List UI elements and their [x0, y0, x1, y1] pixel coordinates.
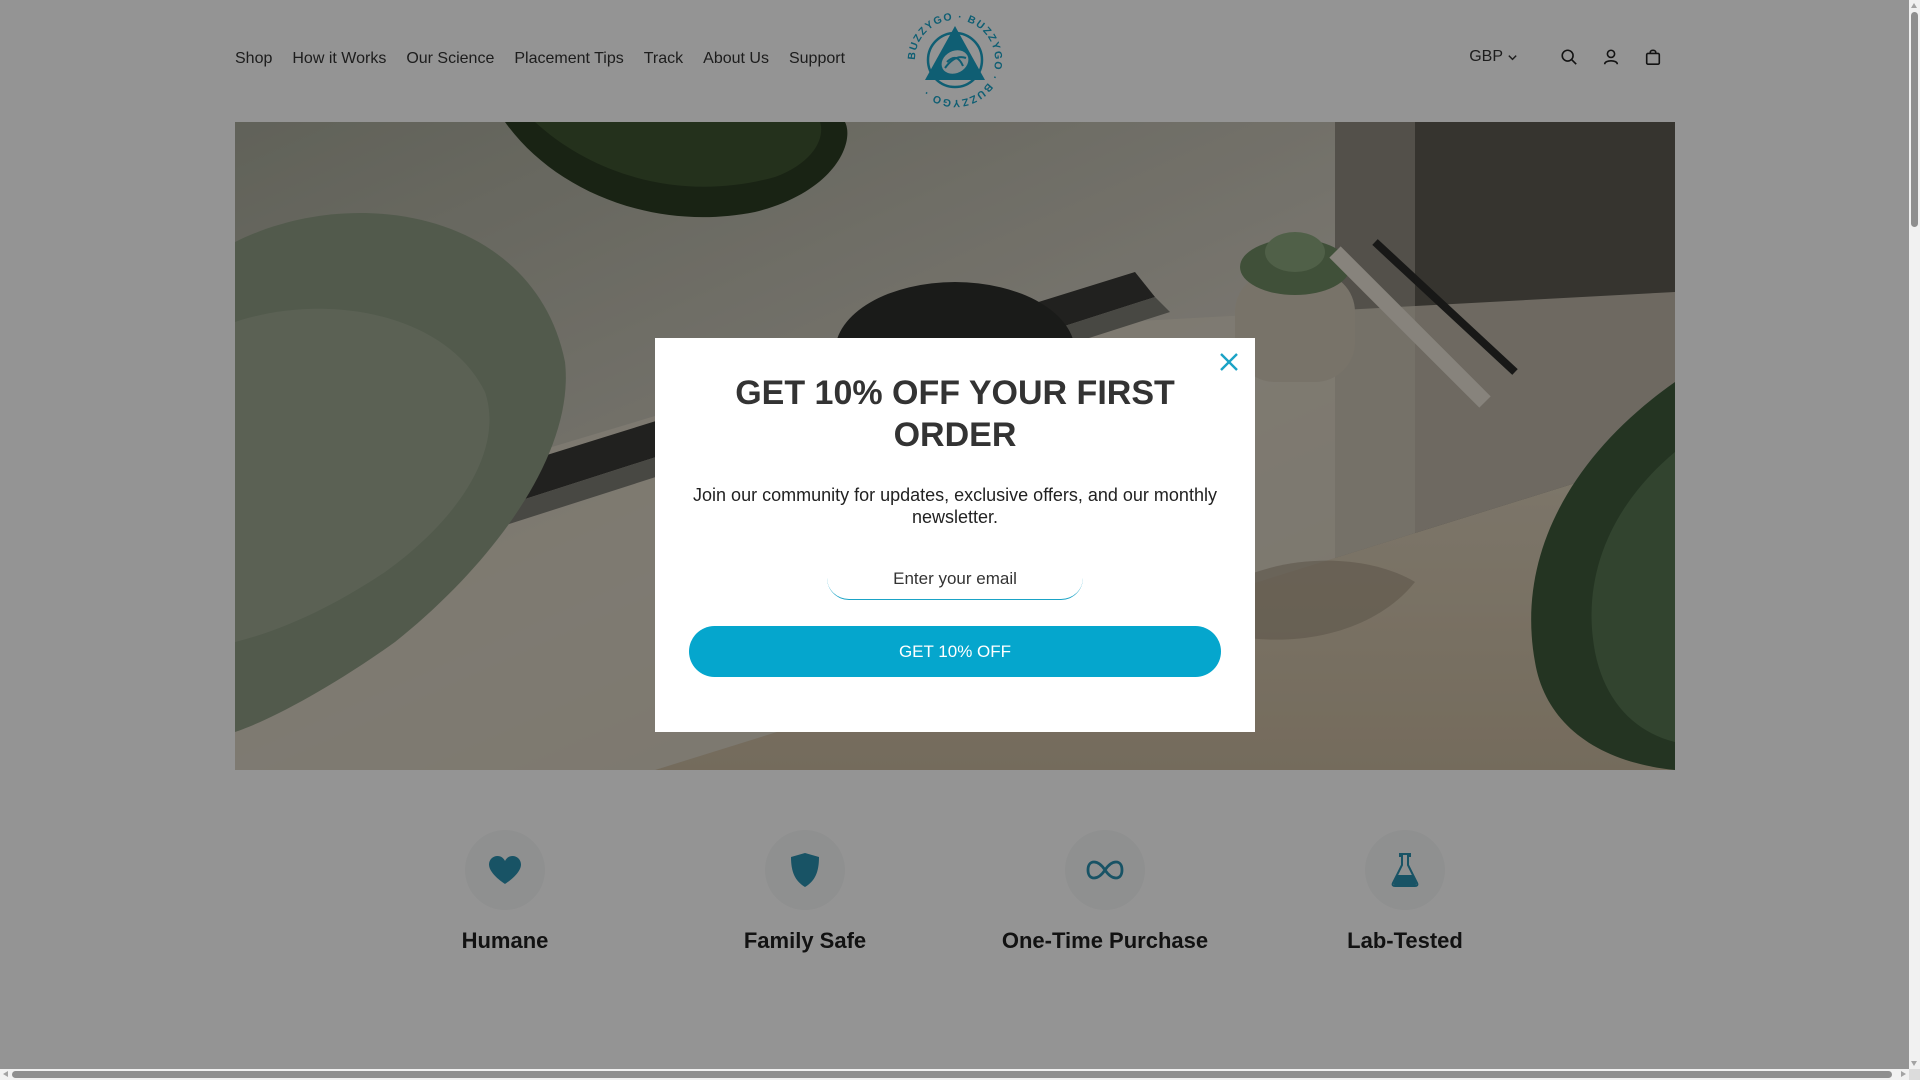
scroll-right-arrow-icon[interactable]: [1901, 1071, 1906, 1077]
popup-title: GET 10% OFF YOUR FIRST ORDER: [735, 374, 1175, 454]
vertical-scrollbar[interactable]: [1909, 0, 1920, 1080]
horizontal-scroll-thumb[interactable]: [12, 1071, 1892, 1078]
email-input[interactable]: [827, 558, 1083, 600]
popup-subtitle: Join our community for updates, exclusiv…: [693, 485, 1217, 527]
horizontal-scrollbar[interactable]: [0, 1069, 1909, 1080]
vertical-scroll-thumb[interactable]: [1911, 12, 1918, 227]
close-icon: [1220, 353, 1238, 371]
scroll-left-arrow-icon[interactable]: [3, 1071, 8, 1077]
scroll-up-arrow-icon[interactable]: [1911, 3, 1917, 8]
scrollbar-corner: [1909, 1069, 1920, 1080]
close-button[interactable]: [1215, 348, 1243, 376]
scroll-down-arrow-icon[interactable]: [1911, 1061, 1917, 1066]
newsletter-popup: GET 10% OFF YOUR FIRST ORDER Join our co…: [655, 338, 1255, 732]
get-discount-button[interactable]: GET 10% OFF: [689, 626, 1221, 677]
